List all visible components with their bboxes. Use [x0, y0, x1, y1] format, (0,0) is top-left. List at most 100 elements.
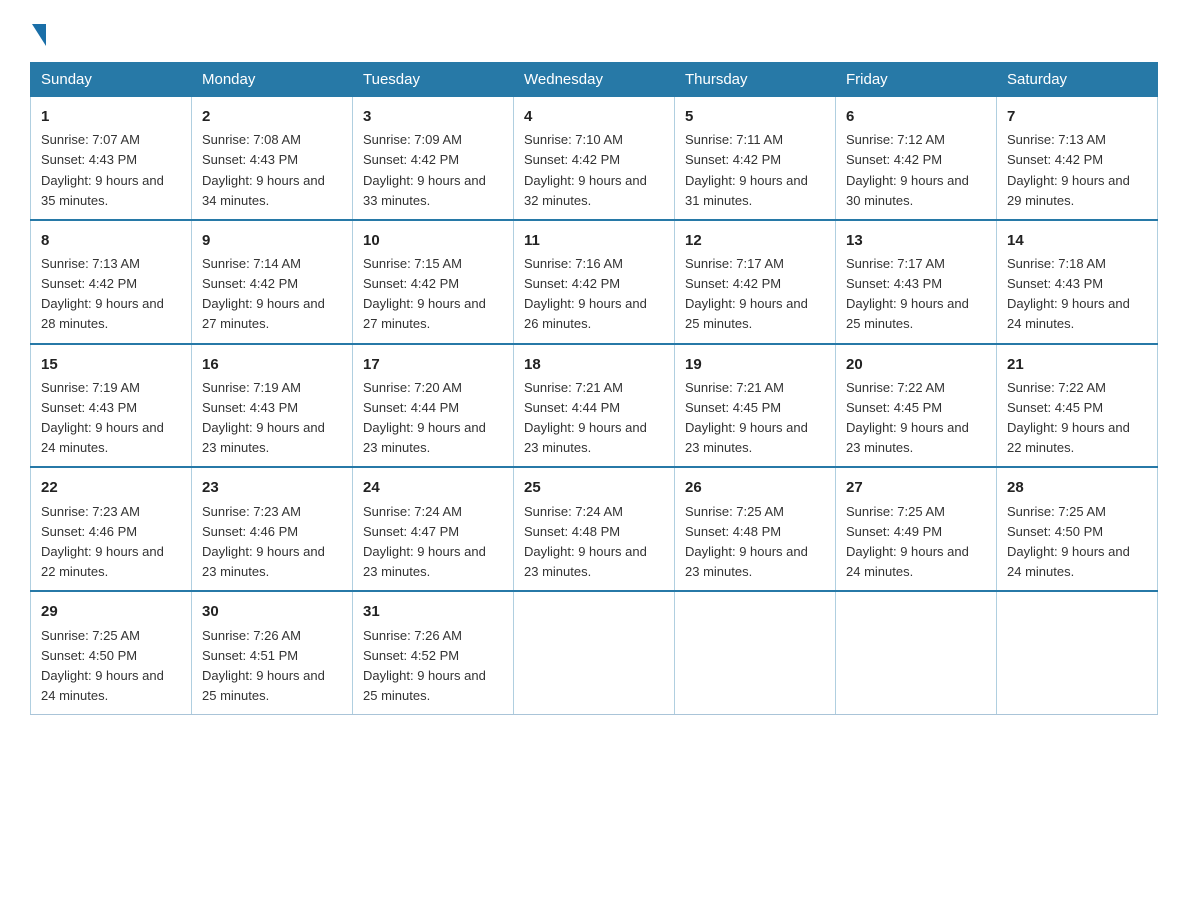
day-info: Sunrise: 7:14 AMSunset: 4:42 PMDaylight:… [202, 254, 342, 335]
calendar-cell: 19Sunrise: 7:21 AMSunset: 4:45 PMDayligh… [675, 344, 836, 468]
calendar-cell: 27 Sunrise: 7:25 AMSunset: 4:49 PMDayligh… [836, 467, 997, 591]
calendar-cell: 10Sunrise: 7:15 AMSunset: 4:42 PMDayligh… [353, 220, 514, 344]
day-number: 24 [363, 476, 503, 499]
day-info: Sunrise: 7:11 AMSunset: 4:42 PMDaylight:… [685, 130, 825, 211]
day-info: Sunrise: 7:19 AMSunset: 4:43 PMDaylight:… [41, 378, 181, 459]
day-number: 7 [1007, 105, 1147, 128]
page-header [30, 20, 1158, 44]
day-number: 20 [846, 353, 986, 376]
day-number: 26 [685, 476, 825, 499]
day-number: 27 [846, 476, 986, 499]
day-number: 13 [846, 229, 986, 252]
calendar-week-row: 29 Sunrise: 7:25 AMSunset: 4:50 PMDayligh… [31, 591, 1158, 714]
day-number: 17 [363, 353, 503, 376]
day-info: Sunrise: 7:25 AMSunset: 4:50 PMDaylight:… [1007, 502, 1147, 583]
logo-arrow-icon [32, 24, 46, 46]
day-info: Sunrise: 7:26 AMSunset: 4:51 PMDaylight:… [202, 626, 342, 707]
day-info: Sunrise: 7:16 AMSunset: 4:42 PMDaylight:… [524, 254, 664, 335]
day-info: Sunrise: 7:22 AMSunset: 4:45 PMDaylight:… [1007, 378, 1147, 459]
day-number: 1 [41, 105, 181, 128]
calendar-cell: 15Sunrise: 7:19 AMSunset: 4:43 PMDayligh… [31, 344, 192, 468]
day-info: Sunrise: 7:09 AMSunset: 4:42 PMDaylight:… [363, 130, 503, 211]
calendar-cell [997, 591, 1158, 714]
calendar-cell: 8Sunrise: 7:13 AMSunset: 4:42 PMDaylight… [31, 220, 192, 344]
calendar-cell: 4Sunrise: 7:10 AMSunset: 4:42 PMDaylight… [514, 97, 675, 220]
header-sunday: Sunday [31, 63, 192, 97]
day-info: Sunrise: 7:07 AMSunset: 4:43 PMDaylight:… [41, 130, 181, 211]
calendar-week-row: 15Sunrise: 7:19 AMSunset: 4:43 PMDayligh… [31, 344, 1158, 468]
calendar-cell: 29 Sunrise: 7:25 AMSunset: 4:50 PMDayligh… [31, 591, 192, 714]
calendar-cell [514, 591, 675, 714]
logo [30, 20, 48, 44]
calendar-cell: 5Sunrise: 7:11 AMSunset: 4:42 PMDaylight… [675, 97, 836, 220]
calendar-cell [836, 591, 997, 714]
day-number: 21 [1007, 353, 1147, 376]
calendar-cell: 9Sunrise: 7:14 AMSunset: 4:42 PMDaylight… [192, 220, 353, 344]
calendar-cell: 12Sunrise: 7:17 AMSunset: 4:42 PMDayligh… [675, 220, 836, 344]
calendar-cell: 6Sunrise: 7:12 AMSunset: 4:42 PMDaylight… [836, 97, 997, 220]
calendar-cell: 16Sunrise: 7:19 AMSunset: 4:43 PMDayligh… [192, 344, 353, 468]
calendar-cell: 11Sunrise: 7:16 AMSunset: 4:42 PMDayligh… [514, 220, 675, 344]
calendar-cell: 1Sunrise: 7:07 AMSunset: 4:43 PMDaylight… [31, 97, 192, 220]
day-info: Sunrise: 7:25 AMSunset: 4:48 PMDaylight:… [685, 502, 825, 583]
calendar-cell: 14Sunrise: 7:18 AMSunset: 4:43 PMDayligh… [997, 220, 1158, 344]
day-info: Sunrise: 7:13 AMSunset: 4:42 PMDaylight:… [1007, 130, 1147, 211]
day-number: 9 [202, 229, 342, 252]
calendar-cell: 17Sunrise: 7:20 AMSunset: 4:44 PMDayligh… [353, 344, 514, 468]
calendar-cell: 24Sunrise: 7:24 AMSunset: 4:47 PMDayligh… [353, 467, 514, 591]
day-number: 30 [202, 600, 342, 623]
day-info: Sunrise: 7:17 AMSunset: 4:43 PMDaylight:… [846, 254, 986, 335]
calendar-cell: 21Sunrise: 7:22 AMSunset: 4:45 PMDayligh… [997, 344, 1158, 468]
day-number: 16 [202, 353, 342, 376]
calendar-cell [675, 591, 836, 714]
calendar-week-row: 1Sunrise: 7:07 AMSunset: 4:43 PMDaylight… [31, 97, 1158, 220]
header-friday: Friday [836, 63, 997, 97]
calendar-week-row: 22 Sunrise: 7:23 AMSunset: 4:46 PMDayligh… [31, 467, 1158, 591]
calendar-cell: 26 Sunrise: 7:25 AMSunset: 4:48 PMDayligh… [675, 467, 836, 591]
day-number: 22 [41, 476, 181, 499]
day-number: 2 [202, 105, 342, 128]
day-number: 5 [685, 105, 825, 128]
calendar-cell: 22 Sunrise: 7:23 AMSunset: 4:46 PMDayligh… [31, 467, 192, 591]
day-number: 23 [202, 476, 342, 499]
header-thursday: Thursday [675, 63, 836, 97]
day-number: 15 [41, 353, 181, 376]
day-number: 31 [363, 600, 503, 623]
day-number: 29 [41, 600, 181, 623]
calendar-cell: 20Sunrise: 7:22 AMSunset: 4:45 PMDayligh… [836, 344, 997, 468]
calendar-cell: 23 Sunrise: 7:23 AMSunset: 4:46 PMDayligh… [192, 467, 353, 591]
day-number: 25 [524, 476, 664, 499]
day-number: 4 [524, 105, 664, 128]
day-number: 12 [685, 229, 825, 252]
day-number: 19 [685, 353, 825, 376]
header-wednesday: Wednesday [514, 63, 675, 97]
header-monday: Monday [192, 63, 353, 97]
day-info: Sunrise: 7:25 AMSunset: 4:50 PMDaylight:… [41, 626, 181, 707]
day-number: 14 [1007, 229, 1147, 252]
calendar-cell: 3Sunrise: 7:09 AMSunset: 4:42 PMDaylight… [353, 97, 514, 220]
calendar-cell: 28Sunrise: 7:25 AMSunset: 4:50 PMDayligh… [997, 467, 1158, 591]
day-number: 10 [363, 229, 503, 252]
day-info: Sunrise: 7:12 AMSunset: 4:42 PMDaylight:… [846, 130, 986, 211]
day-info: Sunrise: 7:24 AMSunset: 4:48 PMDaylight:… [524, 502, 664, 583]
calendar-cell: 2Sunrise: 7:08 AMSunset: 4:43 PMDaylight… [192, 97, 353, 220]
day-number: 6 [846, 105, 986, 128]
header-tuesday: Tuesday [353, 63, 514, 97]
day-info: Sunrise: 7:23 AMSunset: 4:46 PMDaylight:… [202, 502, 342, 583]
day-number: 18 [524, 353, 664, 376]
day-info: Sunrise: 7:22 AMSunset: 4:45 PMDaylight:… [846, 378, 986, 459]
day-info: Sunrise: 7:18 AMSunset: 4:43 PMDaylight:… [1007, 254, 1147, 335]
day-info: Sunrise: 7:15 AMSunset: 4:42 PMDaylight:… [363, 254, 503, 335]
day-info: Sunrise: 7:10 AMSunset: 4:42 PMDaylight:… [524, 130, 664, 211]
day-number: 11 [524, 229, 664, 252]
day-number: 3 [363, 105, 503, 128]
day-info: Sunrise: 7:25 AMSunset: 4:49 PMDaylight:… [846, 502, 986, 583]
day-info: Sunrise: 7:17 AMSunset: 4:42 PMDaylight:… [685, 254, 825, 335]
day-number: 8 [41, 229, 181, 252]
calendar-cell: 25 Sunrise: 7:24 AMSunset: 4:48 PMDayligh… [514, 467, 675, 591]
day-info: Sunrise: 7:13 AMSunset: 4:42 PMDaylight:… [41, 254, 181, 335]
calendar-header-row: SundayMondayTuesdayWednesdayThursdayFrid… [31, 63, 1158, 97]
day-info: Sunrise: 7:23 AMSunset: 4:46 PMDaylight:… [41, 502, 181, 583]
calendar-cell: 30 Sunrise: 7:26 AMSunset: 4:51 PMDayligh… [192, 591, 353, 714]
calendar-cell: 31Sunrise: 7:26 AMSunset: 4:52 PMDayligh… [353, 591, 514, 714]
